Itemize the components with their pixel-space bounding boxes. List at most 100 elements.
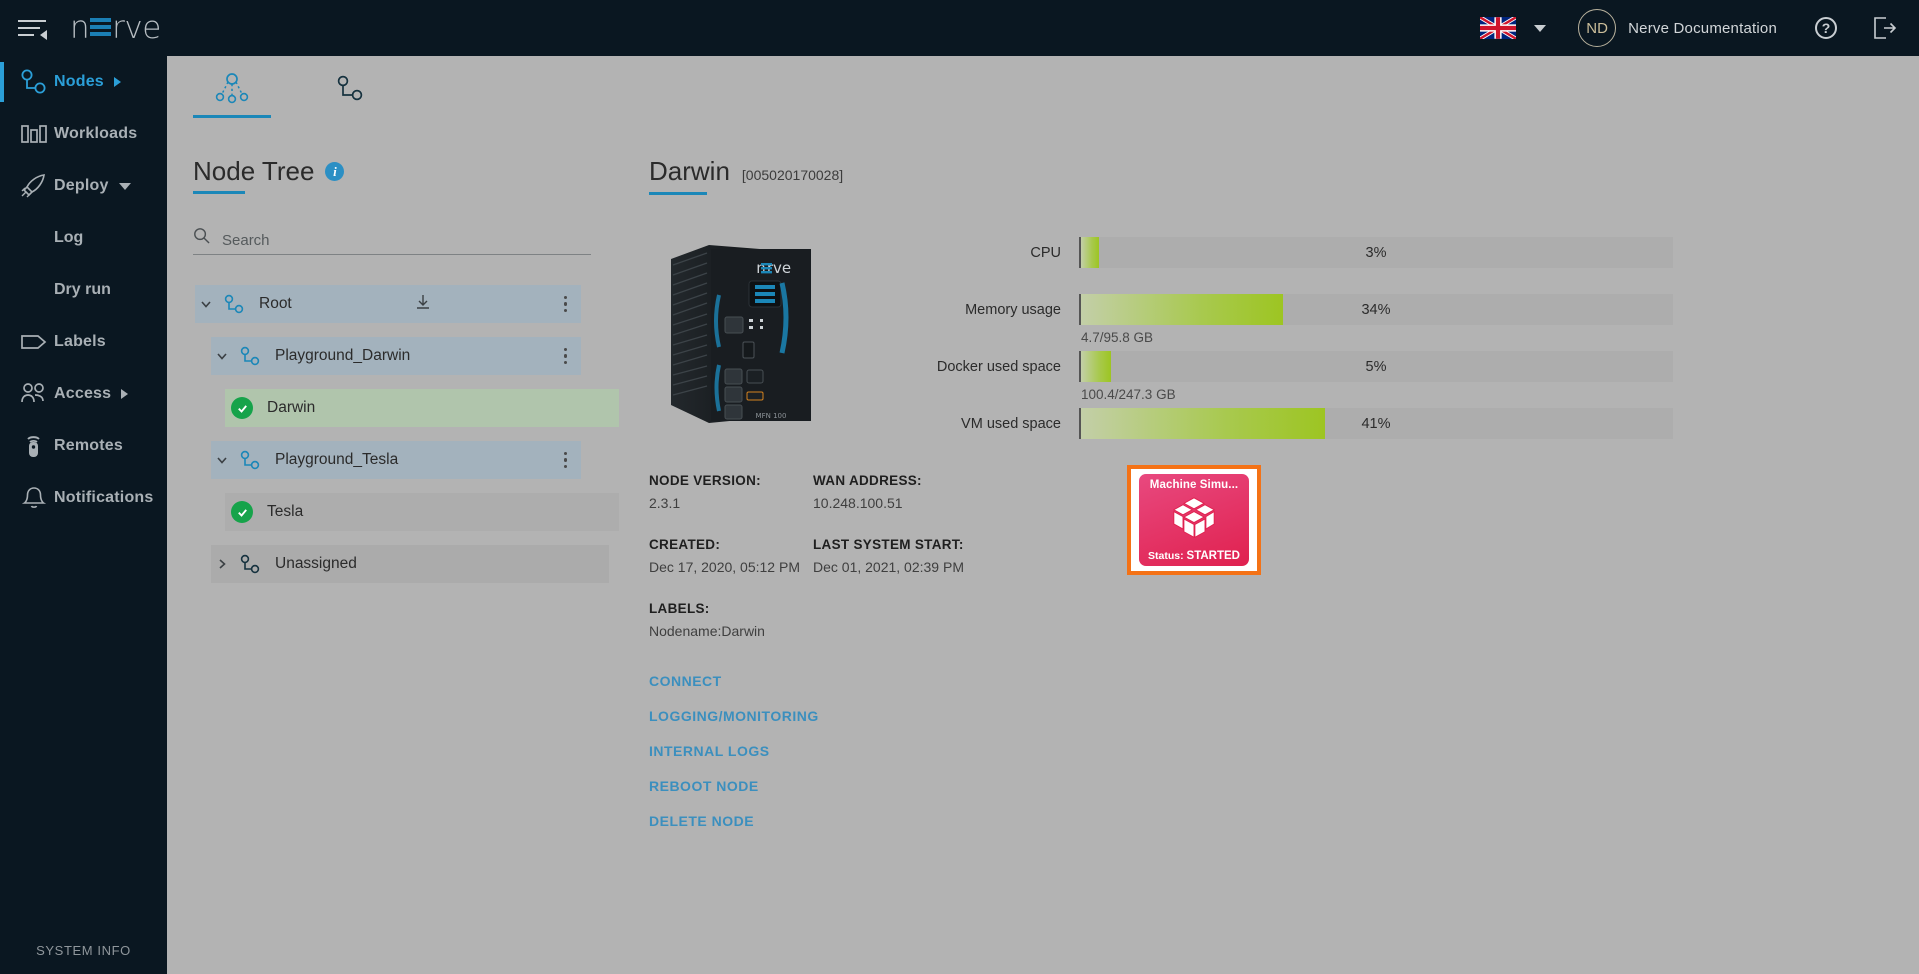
tree-row-root[interactable]: Root: [195, 285, 581, 323]
info-icon[interactable]: i: [325, 162, 345, 181]
chevron-down-icon: [118, 182, 131, 190]
search-input[interactable]: [222, 232, 562, 249]
deploy-rocket-icon: [14, 172, 54, 200]
metadata-key: LAST SYSTEM START:: [813, 537, 964, 552]
gauge-sub-docker: 100.4/247.3 GB: [1081, 387, 1176, 402]
gauge-fill: [1081, 408, 1325, 439]
node-tree-title: Node Tree: [193, 156, 315, 194]
gauge-sub-memory: 4.7/95.8 GB: [1081, 330, 1154, 345]
node-serial: [005020170028]: [741, 167, 844, 183]
metadata-last-system-start: LAST SYSTEM START: Dec 01, 2021, 02:39 P…: [813, 537, 1113, 575]
gauge-track: 34%: [1079, 294, 1673, 325]
help-icon[interactable]: ?: [1815, 17, 1837, 39]
node-group-icon: [233, 449, 267, 471]
tree-row-tesla[interactable]: Tesla: [225, 493, 619, 531]
tab-node-list[interactable]: [311, 62, 389, 118]
sidebar-subitem-dry-run[interactable]: Dry run: [0, 264, 167, 316]
sidebar-item-deploy[interactable]: Deploy: [0, 160, 167, 212]
action-connect[interactable]: CONNECT: [649, 673, 1909, 689]
sidebar-item-nodes[interactable]: Nodes: [0, 56, 167, 108]
node-group-icon: [233, 553, 267, 575]
row-menu-icon[interactable]: [563, 347, 567, 365]
node-detail-panel: Darwin [005020170028] rve MFN 100 CPU 3%…: [649, 156, 1909, 848]
action-reboot-node[interactable]: REBOOT NODE: [649, 778, 1909, 794]
workload-status-prefix: Status:: [1148, 550, 1187, 562]
chevron-down-icon[interactable]: [211, 453, 233, 467]
row-menu-icon[interactable]: [563, 295, 567, 313]
chevron-down-icon[interactable]: [195, 297, 217, 311]
tree-row-label: Root: [259, 295, 292, 312]
metadata-key: NODE VERSION:: [649, 473, 761, 488]
node-tree-icon: [212, 71, 252, 110]
logout-icon[interactable]: [1871, 15, 1897, 41]
workload-card[interactable]: Machine Simu... Status: STARTED: [1127, 465, 1261, 575]
gauge-value: 3%: [1365, 244, 1387, 261]
avatar[interactable]: ND: [1578, 9, 1617, 47]
gauge-label: VM used space: [961, 415, 1061, 432]
sidebar-item-label: Workloads: [54, 125, 138, 142]
system-info-link[interactable]: SYSTEM INFO: [0, 943, 167, 958]
metadata-wan-address: WAN ADDRESS: 10.248.100.51: [813, 473, 1113, 511]
uk-flag-icon[interactable]: [1480, 17, 1517, 39]
main-content: Node Tree i Search Root Playground_Darwi…: [167, 56, 1919, 974]
language-chevron-down-icon[interactable]: [1534, 24, 1547, 32]
workloads-icon: [14, 120, 54, 148]
chevron-right-icon[interactable]: [211, 557, 233, 571]
logo-text-rve: rve: [112, 10, 161, 46]
tree-row-darwin[interactable]: Darwin: [225, 389, 619, 427]
sidebar-item-label: Labels: [54, 333, 106, 350]
workload-status-value: STARTED: [1186, 550, 1240, 562]
tree-row-label: Playground_Darwin: [275, 347, 411, 364]
action-logging-monitoring[interactable]: LOGGING/MONITORING: [649, 708, 1909, 724]
node-name: Darwin: [649, 156, 730, 195]
gauge-fill: [1081, 294, 1283, 325]
tree-row-label: Darwin: [267, 399, 316, 416]
chevron-down-icon[interactable]: [211, 349, 233, 363]
row-menu-icon[interactable]: [563, 451, 567, 469]
action-delete-node[interactable]: DELETE NODE: [649, 813, 1909, 829]
node-group-icon: [233, 345, 267, 367]
metadata-value: 2.3.1: [649, 495, 681, 511]
hamburger-menu-icon[interactable]: [18, 17, 48, 40]
node-metadata: NODE VERSION: 2.3.1 CREATED: Dec 17, 202…: [649, 465, 1909, 665]
username-label: Nerve Documentation: [1628, 19, 1777, 37]
label-tag-icon: [14, 328, 54, 356]
sidebar-item-remotes[interactable]: Remotes: [0, 420, 167, 472]
tree-row-playground-darwin[interactable]: Playground_Darwin: [211, 337, 581, 375]
logo-e-icon: [90, 15, 112, 38]
tab-tree-view[interactable]: [193, 62, 271, 118]
sidebar: Nodes Workloads Deploy Log Dry run Label…: [0, 56, 167, 974]
gauge-value: 41%: [1361, 415, 1391, 432]
bell-icon: [14, 484, 54, 512]
sidebar-item-notifications[interactable]: Notifications: [0, 472, 167, 524]
gauge-label: CPU: [1030, 244, 1061, 261]
gauge-track: 5%: [1079, 351, 1673, 382]
workload-name: Machine Simu...: [1149, 479, 1239, 491]
app-root: n rve ND Nerve Documentation ? Nodes Wor…: [0, 0, 1919, 974]
action-internal-logs[interactable]: INTERNAL LOGS: [649, 743, 1909, 759]
metadata-key: LABELS:: [649, 601, 710, 616]
tree-row-unassigned[interactable]: Unassigned: [211, 545, 609, 583]
sidebar-item-labels[interactable]: Labels: [0, 316, 167, 368]
tree-row-playground-tesla[interactable]: Playground_Tesla: [211, 441, 581, 479]
tree-row-label: Tesla: [267, 503, 304, 520]
status-ok-icon: [225, 501, 259, 523]
sidebar-item-workloads[interactable]: Workloads: [0, 108, 167, 160]
remote-control-icon: [14, 432, 54, 460]
metadata-value: Nodename:Darwin: [649, 623, 765, 639]
gauge-value: 5%: [1365, 358, 1387, 375]
node-tree-panel: Node Tree i Search Root Playground_Darwi…: [193, 156, 623, 597]
sidebar-item-label: Notifications: [54, 489, 154, 506]
sidebar-subitem-log[interactable]: Log: [0, 212, 167, 264]
sidebar-item-access[interactable]: Access: [0, 368, 167, 420]
nerve-logo: n rve: [70, 10, 161, 46]
workload-tile[interactable]: Machine Simu... Status: STARTED: [1139, 474, 1249, 566]
gauge-fill: [1081, 351, 1111, 382]
top-bar-right: ND Nerve Documentation ?: [1480, 9, 1919, 47]
sidebar-item-label: Nodes: [54, 73, 104, 90]
workload-status: Status: STARTED: [1148, 550, 1240, 562]
search-box[interactable]: [193, 227, 591, 255]
users-icon: [14, 380, 54, 408]
download-icon[interactable]: [414, 293, 432, 316]
gauge-docker: Docker used space 5%: [883, 351, 1673, 382]
